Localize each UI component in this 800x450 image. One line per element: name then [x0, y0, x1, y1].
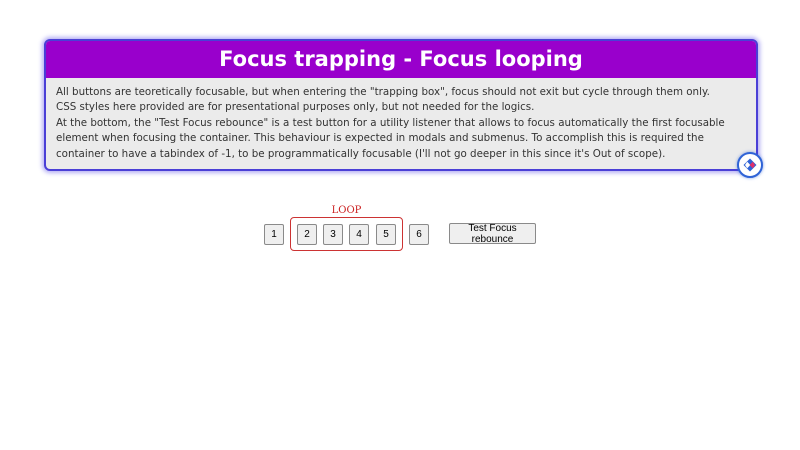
description-line-1: All buttons are teoretically focusable, …	[56, 86, 710, 98]
button-1[interactable]: 1	[264, 224, 284, 245]
button-2[interactable]: 2	[297, 224, 317, 245]
page-title: Focus trapping - Focus looping	[46, 41, 756, 78]
button-5[interactable]: 5	[376, 224, 396, 245]
info-card: Focus trapping - Focus looping All butto…	[44, 39, 763, 178]
button-3[interactable]: 3	[323, 224, 343, 245]
button-6[interactable]: 6	[409, 224, 429, 245]
card-description: All buttons are teoretically focusable, …	[46, 78, 756, 162]
logo-glyph-icon	[743, 158, 757, 172]
description-line-3: At the bottom, the "Test Focus rebounce"…	[56, 116, 725, 160]
description-line-2: CSS styles here provided are for present…	[56, 101, 535, 114]
loop-label: LOOP	[331, 205, 362, 216]
test-focus-rebounce-button[interactable]: Test Focus rebounce	[449, 223, 536, 245]
button-4[interactable]: 4	[349, 224, 369, 245]
logo-icon[interactable]	[737, 152, 763, 178]
